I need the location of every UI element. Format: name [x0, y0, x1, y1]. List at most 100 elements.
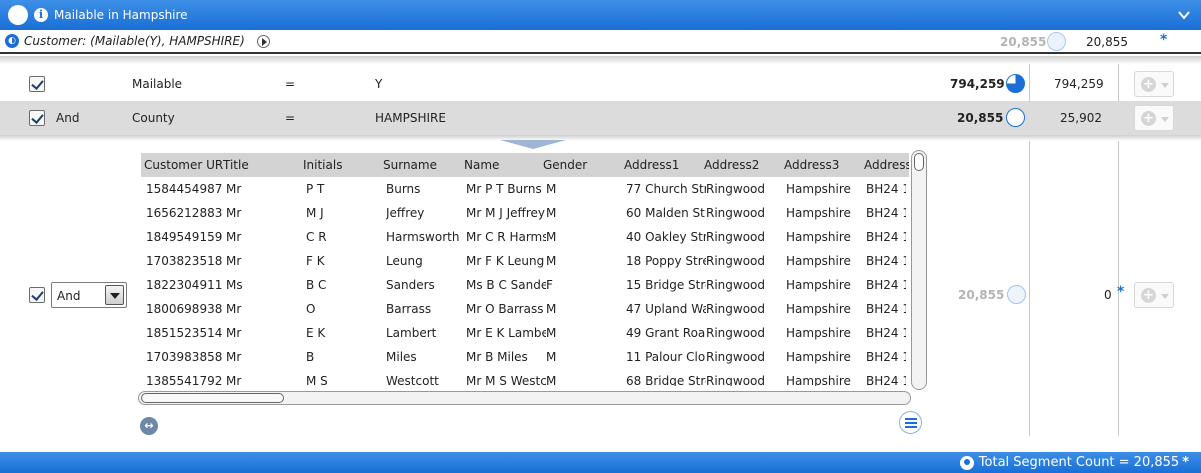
plus-icon: + [1141, 111, 1156, 126]
dropdown-arrow-icon[interactable] [105, 285, 124, 305]
column-header[interactable]: Name [464, 158, 542, 172]
table-row[interactable]: 1703983858 Mr B Miles Mr B Miles M 11 Palour C… [141, 345, 909, 369]
add-rule-button[interactable]: + [1134, 71, 1174, 97]
total-segment-count: Total Segment Count = 20,855 * [959, 455, 1189, 470]
column-header[interactable]: Address2 [704, 158, 784, 172]
column-header[interactable]: Gender [543, 158, 623, 172]
grid-header: Customer URN Title Initials Surname Name Gend… [141, 153, 909, 177]
add-rule-button[interactable]: + [1134, 282, 1174, 308]
table-cell: Hampshire [786, 302, 851, 316]
table-cell: M [546, 206, 557, 220]
table-cell: M [546, 302, 557, 316]
window-title: Mailable in Hampshire [54, 8, 188, 22]
table-row[interactable]: 1851523514 Mr E K Lambert Mr E K Lamber M 49 G… [141, 321, 909, 345]
horizontal-scrollbar[interactable] [138, 391, 911, 405]
table-cell: BH24 1 [866, 302, 906, 316]
window-circle-icon[interactable] [8, 5, 28, 25]
vertical-scrollbar[interactable] [911, 150, 927, 390]
table-row[interactable]: 1703823518 Mr F K Leung Mr F K Leung M 18 Popp… [141, 249, 909, 273]
table-cell: Miles [386, 350, 417, 364]
table-cell: Lambert [386, 326, 437, 340]
expand-icon[interactable]: ↔ [140, 417, 158, 435]
table-cell: Sanders [386, 278, 435, 292]
pointer-triangle-icon [500, 140, 566, 149]
table-row[interactable]: 1822304911 Ms B C Sanders Ms B C Sander F 15 B… [141, 273, 909, 297]
rule-field[interactable]: Mailable [132, 77, 182, 91]
table-cell: Mr [226, 254, 242, 268]
table-cell: Mr [226, 374, 242, 386]
column-header[interactable]: Surname [383, 158, 463, 172]
column-header[interactable]: Customer URN [144, 158, 224, 172]
table-cell: Hampshire [786, 182, 851, 196]
table-row[interactable]: 1800698938 Mr O Barrass Mr O Barrass M 47 Upla… [141, 297, 909, 321]
column-header[interactable]: Address [864, 158, 909, 172]
dropdown-arrow-icon [1161, 294, 1169, 299]
table-cell: Hampshire [786, 230, 851, 244]
table-cell: 68 Bridge Stre [626, 374, 706, 386]
table-cell: M [546, 350, 557, 364]
total-segment-label: Total Segment Count = 20,855 [978, 455, 1180, 470]
table-row[interactable]: 1656212883 Mr M J Jeffrey Mr M J Jeffrey M 60 … [141, 201, 909, 225]
table-cell: Hampshire [786, 350, 851, 364]
table-cell: 1851523514 [146, 326, 223, 340]
table-cell: BH24 1 [866, 326, 906, 340]
table-cell: Mr F K Leung [466, 254, 545, 268]
table-cell: 18 Poppy Stree [626, 254, 706, 268]
table-cell: Barrass [386, 302, 432, 316]
table-cell: F K [306, 254, 325, 268]
play-icon[interactable] [256, 34, 270, 48]
selection-count: 20,855 [958, 288, 1005, 302]
selection-base-count: 0 [1104, 288, 1112, 302]
rule-field[interactable]: County [132, 111, 175, 125]
table-cell: Mr M S Westc [466, 374, 546, 386]
table-cell: Ringwood [706, 182, 766, 196]
table-row[interactable]: 1584454987 Mr P T Burns Mr P T Burns M 77 Chur… [141, 177, 909, 201]
rule-checkbox[interactable] [29, 110, 45, 126]
scroll-thumb[interactable] [914, 153, 924, 171]
rule-row-mailable: Mailable = Y 794,259 794,259 + [0, 67, 1201, 101]
rule-checkbox[interactable] [29, 76, 45, 92]
rule-base-count: 794,259 [1054, 77, 1104, 91]
table-cell: Hampshire [786, 254, 851, 268]
rule-connector[interactable]: And [56, 111, 79, 125]
table-cell: M [546, 230, 557, 244]
rule-operator[interactable]: = [285, 77, 295, 91]
table-row[interactable]: 1385541792 Mr M S Westcott Mr M S Westc M 68 B… [141, 369, 909, 386]
table-cell: 1385541792 [146, 374, 223, 386]
column-header[interactable]: Initials [303, 158, 383, 172]
add-rule-button[interactable]: + [1134, 105, 1174, 131]
table-cell: M [546, 254, 557, 268]
column-header[interactable]: Address3 [784, 158, 864, 172]
rule-value[interactable]: Y [375, 77, 382, 91]
table-cell: BH24 1 [866, 230, 906, 244]
connector-select[interactable]: And [51, 282, 127, 308]
table-cell: Hampshire [786, 206, 851, 220]
scroll-thumb[interactable] [141, 393, 284, 403]
table-cell: Ms [226, 278, 243, 292]
table-cell: Ringwood [706, 206, 766, 220]
table-cell: M [546, 326, 557, 340]
column-header[interactable]: Title [223, 158, 303, 172]
rule-value[interactable]: HAMPSHIRE [375, 111, 446, 125]
table-cell: 11 Palour Clos [626, 350, 706, 364]
dropdown-arrow-icon [1161, 83, 1169, 88]
table-cell: Mr [226, 302, 242, 316]
table-row[interactable]: 1849549159Mr C R Harmsworth Mr C R HarmswM 4… [141, 225, 909, 249]
table-cell: Mr O Barrass [466, 302, 544, 316]
user-icon [959, 455, 974, 470]
chevron-down-icon[interactable] [1177, 8, 1191, 22]
table-cell: 1703823518 [146, 254, 223, 268]
table-cell: O [306, 302, 316, 316]
table-cell: Jeffrey [386, 206, 425, 220]
table-cell: Mr M J Jeffrey [466, 206, 545, 220]
list-icon[interactable] [899, 411, 922, 434]
segment-summary: ◐ Customer: (Mailable(Y), HAMPSHIRE) 20,… [0, 30, 1201, 54]
rule-operator[interactable]: = [285, 111, 295, 125]
plus-icon: + [1141, 288, 1156, 303]
table-cell: 77 Church Stre [626, 182, 706, 196]
selection-checkbox[interactable] [29, 287, 45, 303]
column-header[interactable]: Address1 [624, 158, 702, 172]
info-icon[interactable]: i [34, 8, 48, 22]
dropdown-arrow-icon [1161, 117, 1169, 122]
segment-icon: ◐ [5, 34, 19, 48]
